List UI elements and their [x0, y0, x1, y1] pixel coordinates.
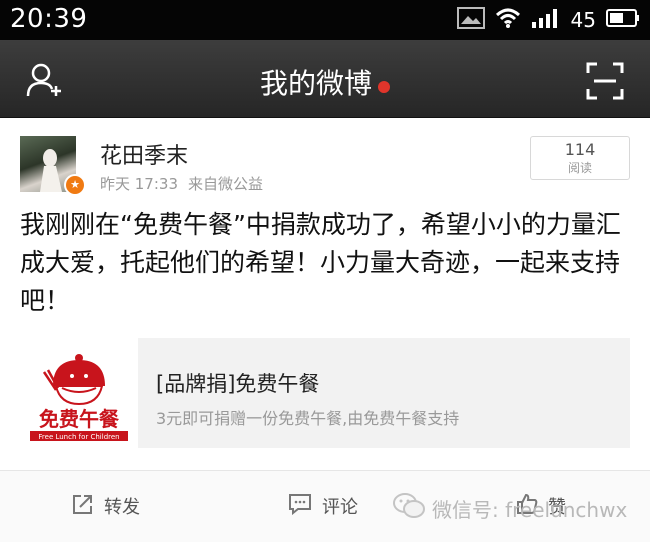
page-title[interactable]: 我的微博 [260, 67, 372, 100]
comment-label: 评论 [322, 497, 358, 518]
wechat-watermark: 微信号: freelunchwx [392, 492, 627, 524]
free-lunch-logo: 免费午餐 Free Lunch for Children [20, 338, 138, 448]
share-description: 3元即可捐赠一份免费午餐,由免费午餐支持 [156, 409, 460, 428]
logo-subtext: Free Lunch for Children [38, 433, 119, 441]
user-name[interactable]: 花田季末 [100, 138, 188, 170]
wifi-icon [495, 7, 521, 33]
repost-icon [72, 493, 94, 519]
notification-dot [378, 80, 390, 93]
nav-bar: 我的微博 [0, 40, 650, 118]
image-icon [456, 7, 485, 33]
status-bar: 20:39 45 [0, 0, 650, 40]
battery-icon [606, 8, 640, 32]
post-text: 我刚刚在“免费午餐”中捐款成功了，希望小小的力量汇成大爱，托起他们的希望！小力量… [20, 210, 621, 315]
read-count-box: 114 阅读 [530, 136, 630, 180]
watermark-text: 微信号: freelunchwx [432, 497, 628, 522]
repost-label: 转发 [104, 497, 140, 518]
post-meta: 昨天 17:33 来自微公益 [100, 173, 263, 194]
post-card[interactable]: ★ 花田季末 昨天 17:33 来自微公益 114 阅读 我刚刚在“免费午餐”中捐… [0, 118, 650, 470]
share-title[interactable]: [品牌捐]免费午餐 [156, 368, 319, 398]
status-time: 20:39 [10, 4, 88, 34]
nav-title-wrap[interactable]: 我的微博 [0, 62, 650, 102]
comment-button[interactable]: 评论 [288, 493, 358, 519]
post-source[interactable]: 来自微公益 [188, 175, 263, 193]
post-time: 昨天 17:33 [100, 175, 178, 193]
battery-level: 45 [570, 8, 596, 32]
verified-badge-icon: ★ [64, 174, 86, 196]
signal-icon [531, 7, 561, 33]
read-label: 阅读 [567, 161, 592, 175]
comment-icon [288, 493, 312, 519]
repost-button[interactable]: 转发 [72, 493, 140, 519]
wechat-icon [392, 492, 426, 524]
scan-icon[interactable] [586, 62, 624, 100]
logo-text: 免费午餐 [39, 407, 120, 431]
share-card[interactable]: 免费午餐 Free Lunch for Children [品牌捐]免费午餐 3… [20, 338, 630, 448]
status-icons: 45 [456, 6, 640, 34]
read-count: 114 [564, 140, 596, 159]
